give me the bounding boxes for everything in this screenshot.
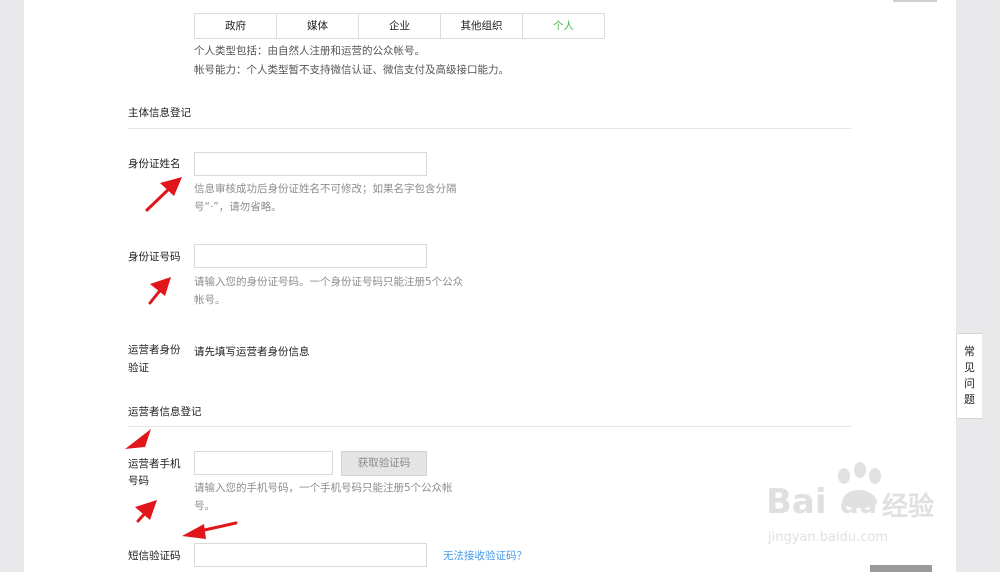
- corner-bar: [870, 565, 932, 572]
- watermark-brand: Bai: [766, 482, 827, 522]
- watermark-brand2: du: [840, 490, 878, 520]
- baidu-jingyan-watermark: Bai du 经验 jingyan.baidu.com: [760, 460, 960, 560]
- watermark-cn: 经验: [882, 492, 935, 522]
- red-arrow-icon: [135, 500, 157, 523]
- watermark-url: jingyan.baidu.com: [768, 530, 888, 545]
- red-arrow-icon: [125, 429, 151, 449]
- red-arrow-icon: [148, 277, 171, 305]
- red-arrow-icon: [182, 521, 238, 539]
- red-arrow-icon: [145, 177, 182, 212]
